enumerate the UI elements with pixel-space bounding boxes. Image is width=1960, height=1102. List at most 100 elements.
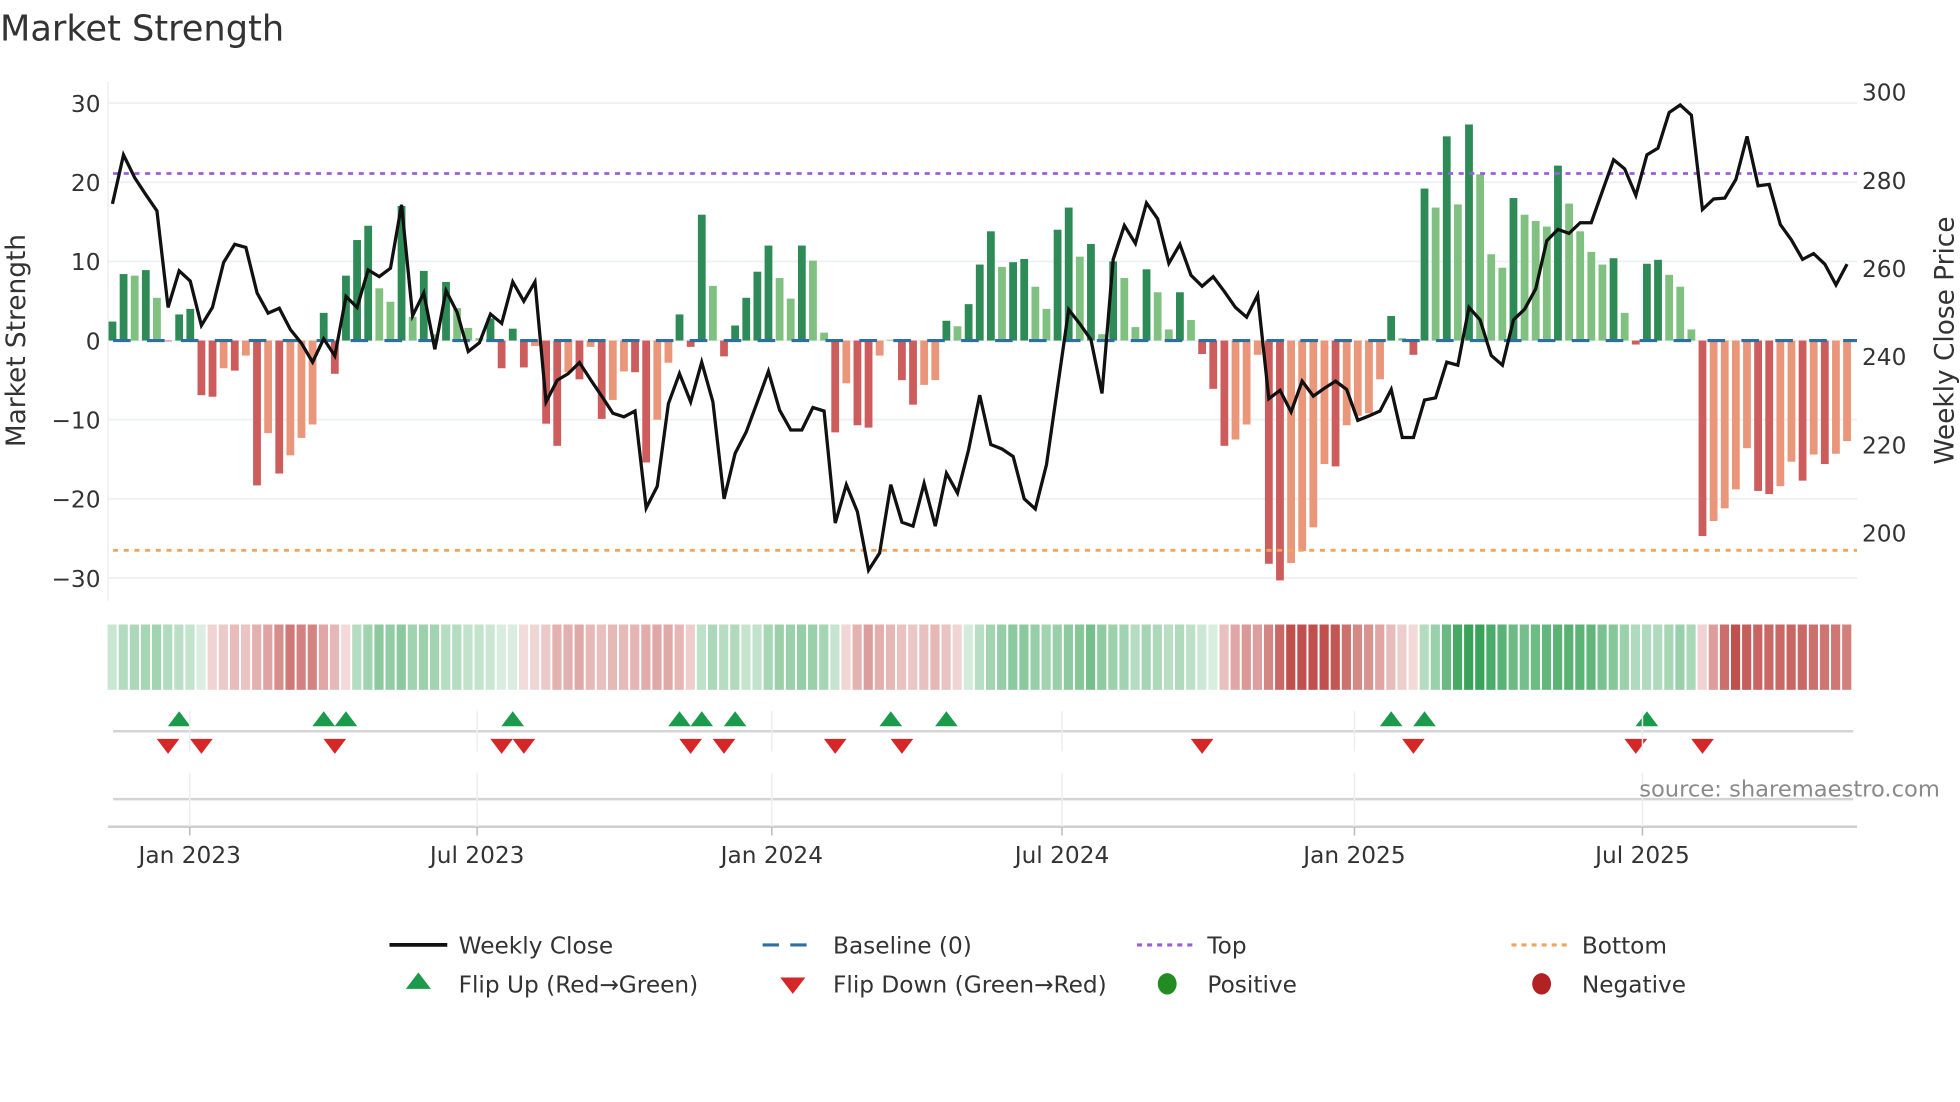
strip-cell: [1642, 624, 1652, 690]
flip-up-marker: [334, 711, 358, 727]
negative-bar: [253, 340, 261, 486]
market-strength-chart: Market Strength 30 20 10 0 −10 −20 −30 300 280 2…: [0, 8, 1960, 999]
strip-cell: [1241, 624, 1251, 690]
positive-bar: [1687, 329, 1696, 341]
strip-cell: [1719, 624, 1730, 690]
strip-cell: [1697, 624, 1707, 690]
negative-bar: [230, 340, 239, 371]
strip-cell: [485, 624, 495, 690]
strip-cell: [852, 624, 862, 690]
strip-cell: [1486, 624, 1496, 690]
negative-bar: [1798, 340, 1807, 481]
positive-bar: [1498, 267, 1507, 341]
strip-cell: [863, 624, 873, 690]
strip-cell: [1208, 624, 1218, 690]
positive-bar: [1520, 214, 1529, 341]
negative-bar: [575, 340, 584, 380]
y-axis-title: Market Strength: [2, 234, 32, 447]
positive-bar: [1187, 319, 1195, 341]
strip-cell: [974, 624, 985, 690]
strip-cell: [1597, 624, 1607, 690]
strip-cell: [1286, 624, 1296, 690]
strip-cell: [707, 624, 718, 690]
strip-cell: [507, 624, 518, 690]
triangle-up-icon: [405, 972, 431, 989]
strip-cell: [474, 624, 484, 690]
negative-bar: [553, 340, 562, 446]
legend-item-flip-down: Flip Down (Green→Red): [780, 972, 1107, 999]
y2-tick-label: 260: [1862, 256, 1906, 283]
strip-cell: [1419, 624, 1429, 690]
strip-cell: [1219, 624, 1229, 690]
strip-cell: [363, 624, 373, 690]
strip-cell: [107, 624, 117, 690]
positive-bar: [998, 266, 1006, 341]
negative-bar: [1698, 340, 1707, 537]
positive-bar: [964, 304, 973, 341]
x-tick-label: Jan 2023: [137, 842, 241, 869]
flip-down-marker: [490, 738, 513, 754]
strip-cell: [641, 624, 651, 690]
strip-cell: [407, 624, 417, 690]
positive-bar: [1120, 278, 1129, 341]
y-tick-label: 10: [71, 249, 101, 276]
negative-bar: [720, 340, 728, 357]
positive-bar: [1420, 188, 1429, 341]
flip-down-marker: [712, 738, 736, 754]
negative-bar: [497, 340, 506, 369]
negative-bar: [1743, 340, 1751, 449]
negative-bar: [1198, 340, 1207, 355]
flip-down-marker: [512, 738, 536, 754]
positive-bar: [697, 214, 706, 341]
x-tick-label: Jul 2025: [1593, 842, 1690, 869]
y2-axis-title: Weekly Close Price: [1931, 216, 1960, 464]
strip-cell: [997, 624, 1007, 690]
negative-bar: [1720, 340, 1729, 509]
negative-bar: [597, 340, 606, 419]
negative-bar: [864, 340, 873, 428]
flip-down-marker: [1402, 738, 1425, 754]
strip-cell: [1364, 624, 1374, 690]
strip-cell: [396, 624, 406, 690]
negative-bar: [1209, 340, 1218, 389]
strip-cell: [1074, 624, 1085, 690]
strip-cell: [885, 624, 896, 690]
negative-bar: [1220, 340, 1229, 446]
flip-down-marker: [679, 738, 702, 754]
positive-bar: [1554, 165, 1562, 341]
positive-bar: [753, 271, 762, 341]
positive-bar: [1053, 229, 1062, 341]
strip-cell: [174, 624, 184, 690]
negative-bar: [286, 340, 295, 456]
x-tick-label: Jan 2024: [719, 842, 823, 869]
strip-cell: [596, 624, 606, 690]
negative-bar: [1776, 340, 1785, 487]
positive-bar: [1131, 327, 1140, 341]
strip-cell: [1708, 624, 1718, 690]
strip-cell: [452, 624, 462, 690]
strip-cell: [1408, 624, 1418, 690]
strip-cell: [1141, 624, 1151, 690]
positive-bar: [708, 285, 717, 341]
strip-cell: [563, 624, 573, 690]
strip-cell: [908, 624, 918, 690]
positive-bar: [1142, 269, 1151, 341]
negative-bar: [831, 340, 840, 433]
strip-cell: [663, 624, 673, 690]
strength-heat-strip: [107, 624, 1852, 690]
positive-bar: [797, 245, 806, 341]
negative-bar: [197, 340, 206, 396]
strip-cell: [140, 624, 151, 690]
y2-tick-label: 300: [1862, 80, 1906, 107]
strip-cell: [1608, 624, 1618, 690]
flip-down-marker: [1691, 738, 1714, 754]
strip-cell: [318, 624, 328, 690]
strip-cell: [530, 624, 540, 690]
flip-up-marker: [1379, 711, 1403, 727]
strip-cell: [763, 624, 773, 690]
strip-cell: [1775, 624, 1785, 690]
flip-up-marker: [723, 711, 747, 727]
strip-cell: [897, 624, 907, 690]
strip-cell: [1586, 624, 1596, 690]
negative-bar: [1298, 340, 1307, 552]
